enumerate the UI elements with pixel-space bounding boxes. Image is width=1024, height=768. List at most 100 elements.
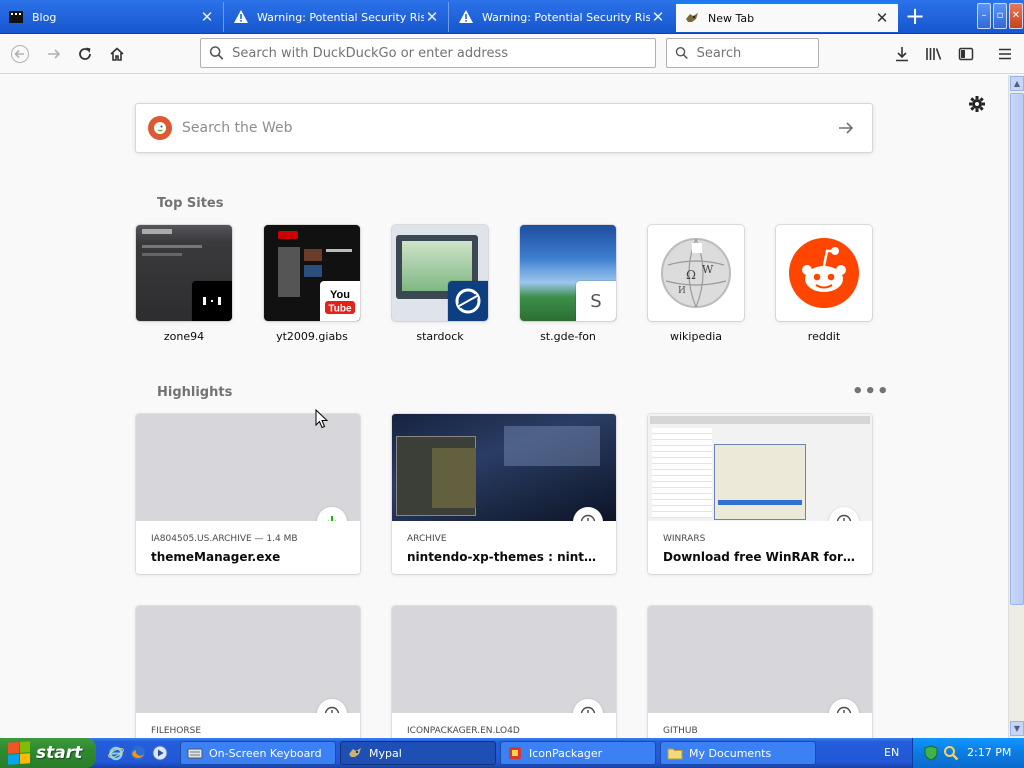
highlight-source: FILEHORSE (151, 726, 202, 736)
top-site-tile[interactable]: S st.gde-fon (520, 225, 616, 343)
reddit-logo-icon (776, 225, 872, 321)
tab-warning-1[interactable]: Warning: Potential Security Risk Ahead ✕ (225, 2, 449, 32)
restore-window-icon[interactable]: ▫ (993, 3, 1007, 29)
scrollbar-thumb[interactable] (1010, 93, 1024, 605)
download-icon (317, 507, 347, 521)
hamburger-menu-icon (999, 48, 1011, 60)
search-icon (675, 46, 688, 60)
site-letter-icon: S (576, 281, 616, 321)
highlight-source: GITHUB (663, 726, 698, 736)
address-bar[interactable] (200, 38, 656, 68)
home-icon (110, 47, 124, 61)
task-label: IconPackager (529, 746, 603, 760)
downloads-button[interactable] (888, 40, 916, 68)
system-clock[interactable]: 2:17 PM (967, 746, 1011, 759)
warning-icon (458, 9, 474, 25)
home-button[interactable] (103, 40, 131, 68)
start-button[interactable]: start (0, 738, 96, 768)
language-indicator[interactable]: EN (884, 746, 899, 759)
highlight-preview (648, 414, 872, 521)
highlight-card[interactable]: FILEHORSE (136, 606, 360, 738)
svg-text:Tube: Tube (328, 304, 352, 315)
site-screenshot: You Tube (264, 225, 360, 321)
internet-explorer-icon[interactable] (107, 744, 125, 762)
tab-strip: Blog ✕ Warning: Potential Security Risk … (0, 0, 1024, 34)
new-tab-plus-icon[interactable]: + (900, 2, 930, 32)
windows-logo-icon (8, 741, 30, 765)
highlight-preview (648, 606, 872, 713)
close-tab-icon[interactable]: ✕ (199, 9, 215, 25)
library-button[interactable] (920, 40, 948, 68)
highlight-card[interactable]: ICONPACKAGER.EN.LO4D (392, 606, 616, 738)
folder-icon (667, 748, 683, 760)
site-screenshot: S (520, 225, 616, 321)
mypal-favicon-icon (684, 10, 700, 26)
task-label: On-Screen Keyboard (209, 746, 322, 760)
web-search-input[interactable] (182, 120, 834, 136)
reload-button[interactable] (71, 40, 99, 68)
search-bar[interactable] (666, 38, 819, 68)
tab-title: Warning: Potential Security Risk Ahead (257, 10, 424, 24)
minimize-window-icon[interactable]: – (977, 3, 991, 29)
sidebar-icon (958, 47, 974, 61)
settings-gear-icon[interactable] (966, 93, 988, 115)
highlight-card[interactable]: WINRARS Download free WinRAR for Windows (648, 414, 872, 574)
tab-title: Blog (32, 10, 57, 24)
top-site-tile[interactable]: reddit (776, 225, 872, 343)
menu-button[interactable] (991, 40, 1019, 68)
top-site-tile[interactable]: stardock (392, 225, 488, 343)
navigation-toolbar (0, 34, 1024, 74)
task-on-screen-keyboard[interactable]: On-Screen Keyboard (180, 741, 336, 765)
top-site-tile[interactable]: ΩW И wikipedia (648, 225, 744, 343)
url-input[interactable] (232, 45, 655, 61)
tab-new-tab[interactable]: New Tab ✕ (676, 2, 898, 32)
site-screenshot (136, 225, 232, 321)
highlight-title: nintendo-xp-themes : nintendo-xp-themes (407, 550, 601, 564)
top-site-tile[interactable]: You Tube yt2009.giabs (264, 225, 360, 343)
task-mypal[interactable]: Mypal (340, 741, 496, 765)
zone94-favicon-icon (192, 281, 232, 321)
firefox-icon[interactable] (129, 744, 147, 762)
highlight-card[interactable]: ARCHIVE nintendo-xp-themes : nintendo-xp… (392, 414, 616, 574)
back-arrow-icon (11, 45, 29, 63)
top-site-label: st.gde-fon (540, 330, 596, 343)
close-tab-icon[interactable]: ✕ (424, 9, 440, 25)
media-player-icon[interactable] (151, 744, 169, 762)
search-go-arrow-icon[interactable] (834, 116, 858, 140)
highlight-card[interactable]: GITHUB (648, 606, 872, 738)
mouse-pointer-icon (315, 408, 329, 432)
more-options-icon[interactable]: ••• (852, 381, 890, 402)
clock-icon (829, 699, 859, 713)
top-site-tile[interactable]: zone94 (136, 225, 232, 343)
tab-title: New Tab (708, 11, 755, 25)
tab-warning-2[interactable]: Warning: Potential Security Risk Ahead ✕ (450, 2, 674, 32)
sidebar-button[interactable] (952, 40, 980, 68)
network-shield-icon[interactable] (923, 745, 939, 764)
close-window-icon[interactable]: ✕ (1009, 3, 1023, 29)
web-search-box[interactable] (135, 103, 873, 153)
highlight-title: themeManager.exe (151, 550, 281, 564)
close-tab-icon[interactable]: ✕ (650, 9, 666, 25)
tab-blog[interactable]: Blog ✕ (0, 2, 224, 32)
back-button[interactable] (6, 40, 34, 68)
task-label: Mypal (369, 746, 402, 760)
svg-text:W: W (702, 263, 714, 276)
blog-favicon-icon (8, 9, 24, 25)
highlight-title: Download free WinRAR for Windows (663, 550, 857, 564)
highlight-source: WINRARS (663, 534, 706, 544)
task-my-documents[interactable]: My Documents (660, 741, 816, 765)
scroll-down-icon[interactable]: ▼ (1010, 721, 1024, 736)
top-site-label: yt2009.giabs (276, 330, 348, 343)
scroll-up-icon[interactable]: ▲ (1010, 76, 1024, 91)
vertical-scrollbar[interactable]: ▲ ▼ (1008, 75, 1024, 738)
search-tray-icon[interactable] (943, 745, 959, 764)
wikipedia-globe-icon: ΩW И (648, 225, 744, 321)
task-iconpackager[interactable]: IconPackager (500, 741, 656, 765)
highlight-card[interactable]: IA804505.US.ARCHIVE — 1.4 MB themeManage… (136, 414, 360, 574)
highlight-source: IA804505.US.ARCHIVE — 1.4 MB (151, 534, 298, 544)
forward-button[interactable] (40, 40, 68, 68)
close-tab-icon[interactable]: ✕ (874, 10, 890, 26)
top-site-label: stardock (416, 330, 464, 343)
search-input[interactable] (696, 45, 818, 61)
system-tray: 2:17 PM (912, 738, 1024, 768)
